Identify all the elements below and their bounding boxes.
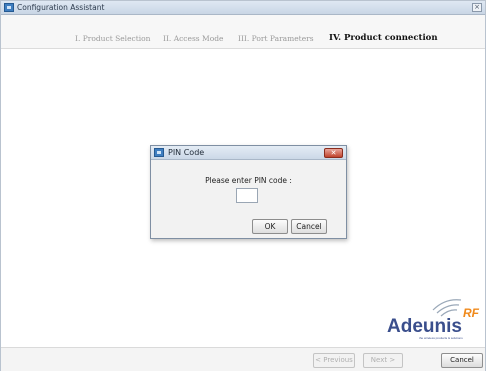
dialog-close-icon[interactable]: ✕ [324,148,343,158]
logo-suffix: RF [463,306,480,320]
dialog-title-bar: PIN Code ✕ [151,146,346,160]
window-title: Configuration Assistant [17,3,105,12]
dialog-title: PIN Code [168,148,205,157]
adeunis-rf-logo: RF Adeunis the wireless products & solut… [387,299,480,340]
configuration-assistant-window: Configuration Assistant × I. Product Sel… [0,0,486,371]
dialog-app-icon [154,148,164,157]
dialog-cancel-button[interactable]: Cancel [291,219,327,234]
ok-button[interactable]: OK [252,219,288,234]
logo-text: Adeunis [387,316,462,337]
step-access-mode: II. Access Mode [163,34,224,43]
app-icon [4,3,14,12]
pin-code-dialog: PIN Code ✕ Please enter PIN code : OK Ca… [150,145,347,239]
close-icon[interactable]: × [472,3,482,12]
pin-prompt: Please enter PIN code : [205,176,292,185]
title-bar: Configuration Assistant × [1,1,485,15]
pin-input[interactable] [236,188,258,203]
logo-tagline: the wireless products & solutions [419,336,463,340]
step-port-parameters: III. Port Parameters [238,34,314,43]
wizard-steps: I. Product Selection II. Access Mode III… [1,15,485,49]
previous-button[interactable]: < Previous [313,353,355,368]
step-product-connection: IV. Product connection [329,33,438,43]
step-product-selection: I. Product Selection [75,34,151,43]
cancel-button[interactable]: Cancel [441,353,483,368]
wizard-footer: < Previous Next > Cancel [1,347,485,371]
next-button[interactable]: Next > [363,353,403,368]
